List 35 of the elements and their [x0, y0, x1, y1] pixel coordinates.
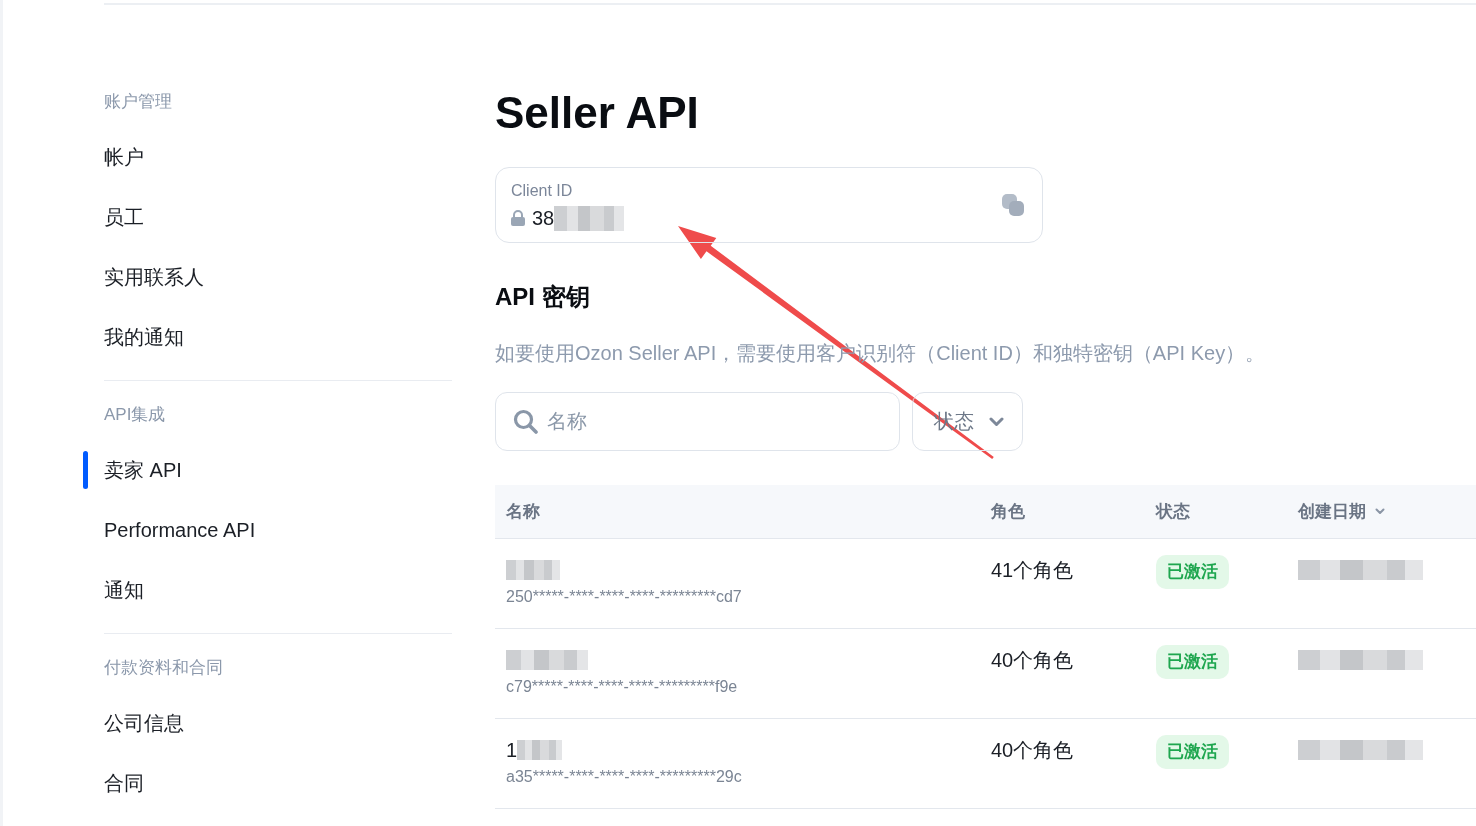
status-badge: 已激活	[1156, 735, 1229, 769]
status-badge: 已激活	[1156, 555, 1229, 589]
field-label: Client ID	[511, 181, 574, 201]
column-header[interactable]: 状态	[1156, 500, 1190, 523]
status-badge: 已激活	[1156, 645, 1229, 679]
masked-key: c79*****-****-****-****-*********f9e	[506, 677, 980, 697]
column-header[interactable]: 创建日期	[1298, 500, 1385, 523]
nav-item[interactable]: 帐户	[104, 127, 452, 187]
page-title: Seller API	[495, 88, 699, 138]
section-title: API 密钥	[495, 282, 590, 312]
nav-item[interactable]: 员工	[104, 187, 452, 247]
sort-chevron-icon	[1375, 508, 1385, 515]
chevron-down-icon	[989, 416, 1004, 427]
search-icon	[513, 409, 538, 434]
role-count: 40个角色	[991, 739, 1074, 761]
column-header[interactable]: 名称	[506, 500, 540, 523]
column-header[interactable]: 角色	[991, 500, 1025, 523]
key-name: 1	[506, 738, 518, 762]
section-heading: 付款资料和合同	[104, 657, 224, 679]
role-count: 41个角色	[991, 559, 1074, 581]
role-count: 40个角色	[991, 649, 1074, 671]
nav-item[interactable]: Performance API	[104, 500, 452, 560]
nav-item[interactable]: 公司信息	[104, 693, 452, 753]
section-heading: 账户管理	[104, 91, 173, 113]
section-heading: API集成	[104, 404, 167, 426]
nav-item[interactable]: 合同	[104, 753, 452, 813]
nav-item[interactable]: 实用联系人	[104, 247, 452, 307]
nav-item[interactable]: 通知	[104, 560, 452, 620]
nav-item[interactable]: 卖家 API	[104, 440, 452, 500]
copy-icon[interactable]	[1002, 194, 1024, 216]
client-id-value: 38	[532, 206, 555, 230]
masked-key: 250*****-****-****-****-*********cd7	[506, 587, 980, 607]
search-field[interactable]: 名称	[495, 392, 900, 451]
nav-item[interactable]: 我的通知	[104, 307, 452, 367]
masked-key: a35*****-****-****-****-*********29c	[506, 767, 980, 787]
